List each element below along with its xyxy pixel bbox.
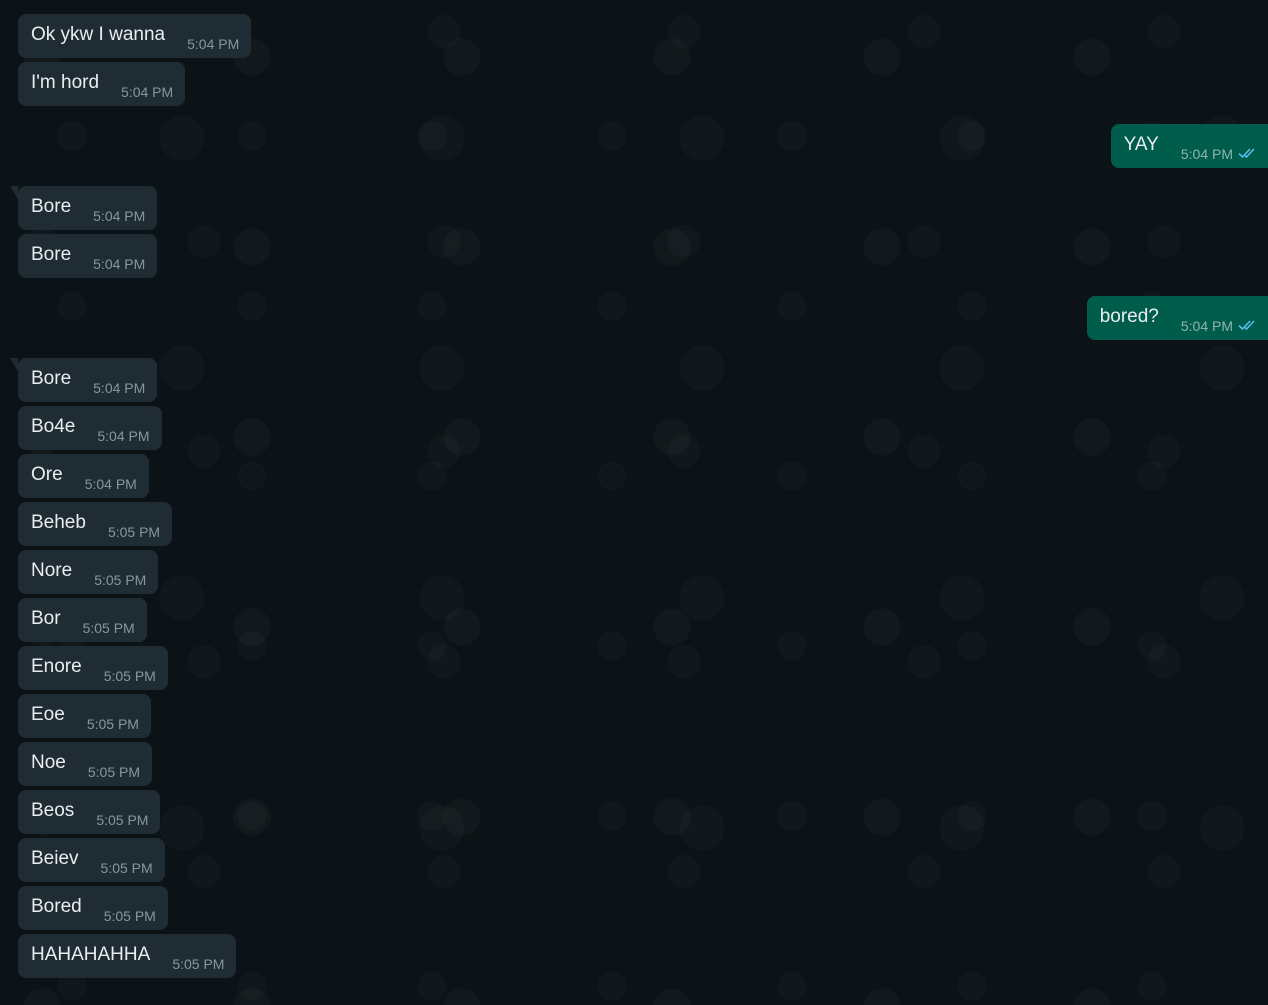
- message-bubble-incoming[interactable]: Nore 5:05 PM: [18, 550, 159, 594]
- message-text: Beos: [31, 800, 75, 821]
- message-timestamp: 5:05 PM: [103, 908, 156, 924]
- message-text: Bored: [31, 896, 82, 917]
- message-bubble-incoming[interactable]: I'm hord 5:04 PM: [18, 62, 186, 106]
- message-timestamp: 5:04 PM: [93, 208, 146, 224]
- message-bubble-outgoing[interactable]: YAY 5:04 PM: [1110, 124, 1268, 168]
- message-text: Bore: [31, 244, 72, 265]
- message-text: Eoe: [31, 704, 65, 725]
- message-text: YAY: [1123, 134, 1159, 155]
- double-check-read-icon: [1238, 124, 1260, 162]
- message-timestamp: 5:05 PM: [82, 620, 135, 636]
- message-timestamp: 5:04 PM: [1180, 318, 1233, 334]
- message-bubble-incoming[interactable]: Bor 5:05 PM: [18, 598, 147, 642]
- message-bubble-incoming[interactable]: Beheb 5:05 PM: [18, 502, 173, 546]
- message-text: Bore: [31, 196, 72, 217]
- message-bubble-incoming[interactable]: Bored 5:05 PM: [18, 886, 168, 930]
- message-bubble-incoming[interactable]: Ore 5:04 PM: [18, 454, 149, 498]
- message-bubble-incoming[interactable]: Noe 5:05 PM: [18, 742, 152, 786]
- message-bubble-incoming[interactable]: Bo4e 5:04 PM: [18, 406, 162, 450]
- message-text: Ore: [31, 464, 63, 485]
- message-timestamp: 5:05 PM: [94, 572, 147, 588]
- message-timestamp: 5:04 PM: [121, 84, 174, 100]
- message-text: Bore: [31, 368, 72, 389]
- message-bubble-incoming[interactable]: Bore 5:04 PM: [9, 186, 158, 230]
- message-text: Nore: [31, 560, 73, 581]
- message-text: Bo4e: [31, 416, 76, 437]
- message-text: Ok ykw I wanna: [31, 24, 166, 45]
- message-bubble-incoming[interactable]: Beiev 5:05 PM: [18, 838, 165, 882]
- double-check-read-icon: [1238, 296, 1260, 334]
- message-text: bored?: [1099, 306, 1159, 327]
- message-bubble-outgoing[interactable]: bored? 5:04 PM: [1086, 296, 1268, 340]
- message-text: Beiev: [31, 848, 79, 869]
- message-bubble-incoming[interactable]: Bore 5:04 PM: [9, 358, 158, 402]
- message-text: Noe: [31, 752, 66, 773]
- message-timestamp: 5:05 PM: [172, 956, 225, 972]
- message-timestamp: 5:04 PM: [93, 380, 146, 396]
- message-text: Enore: [31, 656, 82, 677]
- message-timestamp: 5:04 PM: [84, 476, 137, 492]
- message-timestamp: 5:05 PM: [103, 668, 156, 684]
- message-text: Bor: [31, 608, 61, 629]
- message-timestamp: 5:05 PM: [86, 716, 139, 732]
- message-text: I'm hord: [31, 72, 100, 93]
- chat-message-pane[interactable]: Ok ykw I wanna 5:04 PM I'm hord 5:04 PM …: [0, 0, 1268, 1005]
- message-timestamp: 5:04 PM: [1180, 146, 1233, 162]
- message-timestamp: 5:05 PM: [100, 860, 153, 876]
- message-timestamp: 5:05 PM: [87, 764, 140, 780]
- message-text: Beheb: [31, 512, 86, 533]
- message-timestamp: 5:04 PM: [93, 256, 146, 272]
- message-timestamp: 5:04 PM: [97, 428, 150, 444]
- message-timestamp: 5:05 PM: [107, 524, 161, 540]
- message-bubble-incoming[interactable]: Beos 5:05 PM: [18, 790, 161, 834]
- message-bubble-incoming[interactable]: Bore 5:04 PM: [18, 234, 158, 278]
- message-bubble-incoming[interactable]: HAHAHAHHA 5:05 PM: [18, 934, 237, 978]
- message-timestamp: 5:04 PM: [187, 36, 240, 52]
- message-bubble-incoming[interactable]: Eoe 5:05 PM: [18, 694, 151, 738]
- message-timestamp: 5:05 PM: [96, 812, 149, 828]
- message-text: HAHAHAHHA: [31, 944, 151, 965]
- message-bubble-incoming[interactable]: Ok ykw I wanna 5:04 PM: [18, 14, 252, 58]
- message-bubble-incoming[interactable]: Enore 5:05 PM: [18, 646, 168, 690]
